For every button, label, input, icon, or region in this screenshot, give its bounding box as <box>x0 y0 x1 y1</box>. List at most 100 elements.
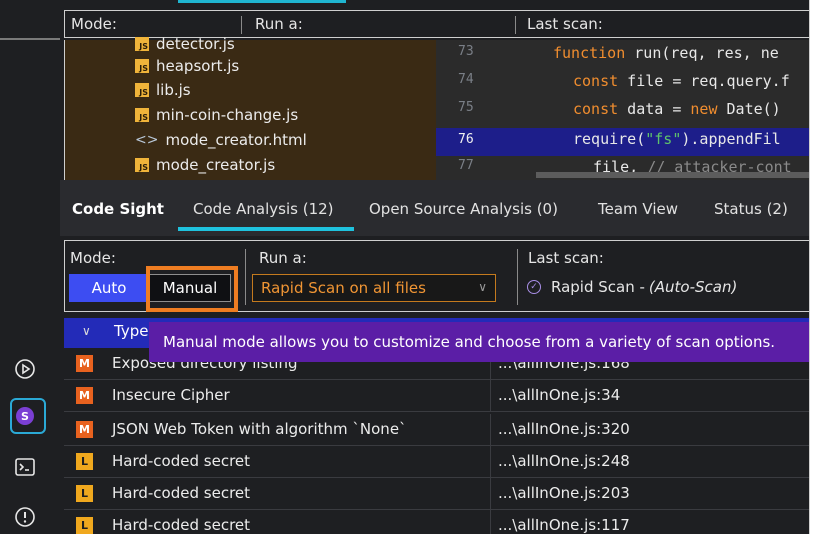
code-editor[interactable]: 73 function run(req, res, ne 74 const fi… <box>436 40 809 180</box>
run-scope-select[interactable]: Rapid Scan on all files ∨ <box>252 274 496 302</box>
code-text: function run(req, res, ne <box>553 44 779 62</box>
severity-badge: M <box>76 387 93 404</box>
html-file-icon: <> <box>135 132 159 148</box>
info-icon[interactable] <box>13 505 37 529</box>
type-column-header[interactable]: Type <box>114 322 148 340</box>
scan-settings: Mode: Run a: Last scan: Auto Manual Rapi… <box>60 236 809 316</box>
code-line: 73 function run(req, res, ne <box>436 44 809 70</box>
overlay-divider <box>0 38 60 40</box>
file-item[interactable]: JS detector.js <box>135 33 235 55</box>
ghost-mode-label: Mode: <box>71 15 117 33</box>
severity-badge: M <box>76 421 93 438</box>
code-line-highlighted: 76 require("fs").appendFil <box>436 128 809 156</box>
horizontal-scrollbar[interactable] <box>536 172 809 178</box>
js-file-icon: JS <box>135 83 149 97</box>
code-line: 75 const data = new Date() <box>436 100 809 126</box>
issue-type: Insecure Cipher <box>112 386 230 404</box>
code-text: const file = req.query.f <box>573 72 790 90</box>
check-circle-icon: ✓ <box>527 280 541 294</box>
manual-mode-button[interactable]: Manual <box>149 274 231 302</box>
table-row[interactable]: L Hard-coded secret ...\allInOne.js:117 <box>64 510 809 534</box>
main-panel: Mode: Run a: Last scan: JS detector.js JS… <box>60 0 809 534</box>
file-item[interactable]: JS heapsort.js <box>135 55 239 77</box>
last-scan-value: Rapid Scan - <box>551 278 645 296</box>
js-file-icon: JS <box>135 37 149 51</box>
issue-location: ...\allInOne.js:320 <box>498 420 630 438</box>
column-divider <box>490 414 491 446</box>
issue-type: Hard-coded secret <box>112 452 251 470</box>
window-edge <box>809 0 819 534</box>
file-name: mode_creator.js <box>156 156 276 174</box>
issue-location: ...\allInOne.js:203 <box>498 484 630 502</box>
run-scope-value: Rapid Scan on all files <box>261 279 426 297</box>
last-scan-label: Last scan: <box>528 249 604 267</box>
table-row[interactable]: M JSON Web Token with algorithm `None` .… <box>64 414 809 446</box>
line-number: 74 <box>458 72 474 87</box>
js-file-icon: JS <box>135 59 149 73</box>
mode-label: Mode: <box>70 249 116 267</box>
line-number: 75 <box>458 100 474 115</box>
last-scan-mode: (Auto-Scan) <box>648 278 738 296</box>
tab-code-sight[interactable]: Code Sight <box>72 200 164 218</box>
ghost-divider <box>515 16 516 34</box>
panel-tab-bar: Code Sight Code Analysis (12) Open Sourc… <box>60 180 809 236</box>
file-name: mode_creator.html <box>165 131 307 149</box>
issue-location: ...\allInOne.js:248 <box>498 452 630 470</box>
severity-badge: L <box>76 517 93 534</box>
ghost-divider <box>241 16 242 34</box>
severity-badge: L <box>76 453 93 470</box>
code-text: const data = new Date() <box>573 100 781 118</box>
table-row[interactable]: M Insecure Cipher ...\allInOne.js:34 <box>64 380 809 412</box>
collapse-chevron-icon[interactable]: ∨ <box>82 324 91 338</box>
file-name: min-coin-change.js <box>156 106 299 124</box>
file-name: heapsort.js <box>156 57 240 75</box>
auto-mode-button[interactable]: Auto <box>69 274 149 302</box>
terminal-icon[interactable] <box>13 455 37 479</box>
issue-type: JSON Web Token with algorithm `None` <box>112 420 407 438</box>
line-number: 73 <box>458 44 474 59</box>
js-file-icon: JS <box>135 108 149 122</box>
file-item[interactable]: <> mode_creator.html <box>135 129 307 151</box>
synopsys-s-icon[interactable]: S <box>13 404 37 428</box>
divider <box>517 249 518 305</box>
table-row[interactable]: L Hard-coded secret ...\allInOne.js:248 <box>64 446 809 478</box>
column-divider <box>490 380 491 412</box>
line-number: 77 <box>458 158 474 173</box>
file-explorer: JS detector.js JS heapsort.js JS lib.js JS m… <box>64 35 437 180</box>
column-divider <box>490 510 491 534</box>
divider <box>245 249 246 305</box>
severity-badge: M <box>76 355 93 372</box>
tab-open-source-analysis[interactable]: Open Source Analysis (0) <box>369 200 558 218</box>
issue-type: Hard-coded secret <box>112 484 251 502</box>
file-item[interactable]: JS lib.js <box>135 79 191 101</box>
ghost-last-scan-label: Last scan: <box>527 15 603 33</box>
code-line: 74 const file = req.query.f <box>436 72 809 98</box>
column-divider <box>490 478 491 510</box>
tab-team-view[interactable]: Team View <box>598 200 678 218</box>
file-item[interactable]: JS mode_creator.js <box>135 154 275 176</box>
play-circle-icon[interactable] <box>13 357 37 381</box>
table-row[interactable]: L Hard-coded secret ...\allInOne.js:203 <box>64 478 809 510</box>
column-divider <box>490 446 491 478</box>
tab-code-analysis[interactable]: Code Analysis (12) <box>193 200 334 218</box>
run-label: Run a: <box>259 249 307 267</box>
ghost-run-label: Run a: <box>255 15 303 33</box>
tab-status[interactable]: Status (2) <box>714 200 788 218</box>
code-text: require("fs").appendFil <box>573 130 781 148</box>
activity-bar: S <box>0 0 61 534</box>
issue-type: Hard-coded secret <box>112 516 251 534</box>
manual-mode-tooltip: Manual mode allows you to customize and … <box>149 322 809 362</box>
file-item[interactable]: JS min-coin-change.js <box>135 104 298 126</box>
last-scan-status: ✓ Rapid Scan - (Auto-Scan) <box>527 278 737 296</box>
file-name: detector.js <box>156 35 235 53</box>
chevron-down-icon: ∨ <box>478 280 487 294</box>
js-file-icon: JS <box>135 158 149 172</box>
svg-text:S: S <box>21 410 29 423</box>
issue-location: ...\allInOne.js:34 <box>498 386 621 404</box>
severity-badge: L <box>76 485 93 502</box>
issue-location: ...\allInOne.js:117 <box>498 516 630 534</box>
file-name: lib.js <box>156 81 191 99</box>
ghost-tab-underline <box>178 0 346 3</box>
line-number: 76 <box>458 132 474 147</box>
active-tab-indicator <box>178 227 354 231</box>
